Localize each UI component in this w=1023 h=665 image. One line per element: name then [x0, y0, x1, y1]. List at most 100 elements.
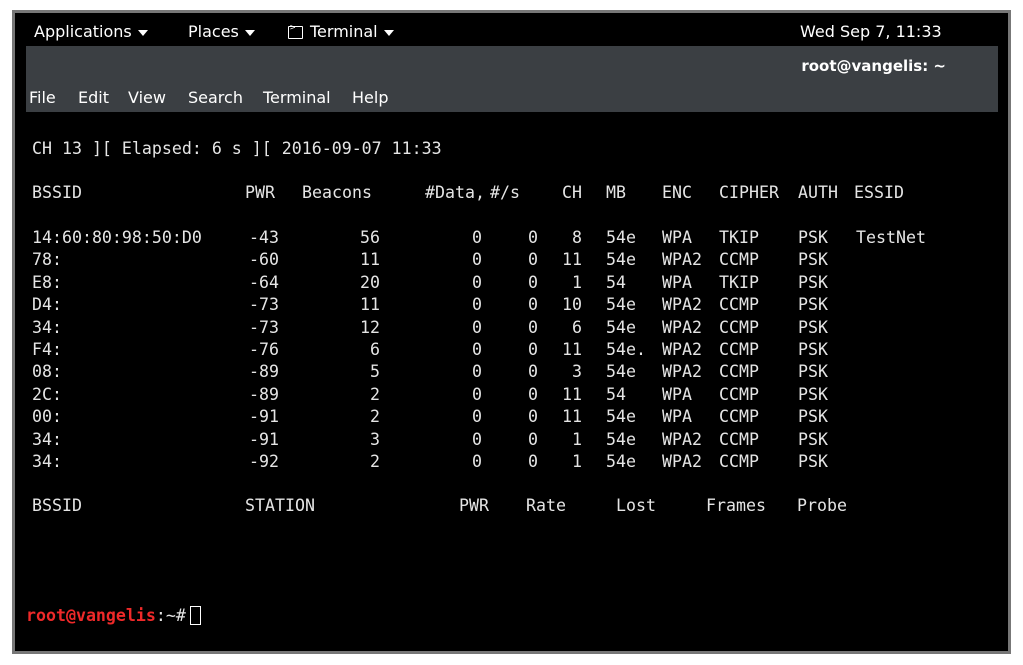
ap-cell-cipher: CCMP [719, 384, 759, 404]
ap-cell-data: 0 [472, 362, 482, 382]
places-label: Places [188, 22, 239, 41]
ap-cell-per-sec: 0 [528, 250, 538, 270]
ap-cell-pwr: -91 [249, 407, 279, 427]
terminal-output[interactable]: CH 13 ][ Elapsed: 6 s ][ 2016-09-07 11:3… [26, 112, 998, 637]
ap-cell-pwr: -60 [249, 250, 279, 270]
station-header-lost: Lost [616, 496, 656, 515]
ap-cell-bssid: D4: [32, 295, 62, 315]
ap-cell-per-sec: 0 [528, 272, 538, 292]
ap-cell-enc: WPA [662, 228, 692, 247]
ap-cell-data: 0 [472, 250, 482, 270]
shell-prompt[interactable]: root@vangelis:~# [26, 606, 201, 626]
ap-cell-per-sec: 0 [528, 340, 538, 359]
gnome-top-bar: Applications Places Terminal Wed Sep 7, … [26, 19, 998, 46]
menu-terminal[interactable]: Terminal [263, 88, 331, 107]
ap-cell-bssid: 00: [32, 407, 62, 427]
ap-header-beacons: Beacons [302, 183, 372, 202]
ap-cell-pwr: -91 [249, 429, 279, 449]
ap-cell-cipher: TKIP [719, 272, 759, 292]
menu-view[interactable]: View [128, 88, 166, 107]
ap-cell-bssid: 34: [32, 429, 62, 449]
ap-cell-beacons: 56 [360, 228, 380, 247]
ap-cell-auth: PSK [798, 362, 828, 382]
ap-cell-per-sec: 0 [528, 228, 538, 247]
ap-cell-auth: PSK [798, 272, 828, 292]
ap-cell-enc: WPA2 [662, 362, 702, 382]
chevron-down-icon [137, 29, 148, 36]
prompt-user-host: root@vangelis [26, 606, 156, 625]
station-header-probe: Probe [797, 496, 847, 515]
ap-cell-channel: 1 [572, 272, 582, 292]
ap-cell-channel: 11 [562, 250, 582, 270]
ap-cell-cipher: CCMP [719, 317, 759, 337]
ap-cell-pwr: -73 [249, 317, 279, 337]
ap-cell-auth: PSK [798, 295, 828, 315]
ap-cell-pwr: -73 [249, 295, 279, 315]
terminal-app-menu[interactable]: Terminal [288, 22, 394, 41]
ap-cell-beacons: 2 [370, 452, 380, 471]
ap-cell-per-sec: 0 [528, 362, 538, 382]
ap-cell-mb: 54e [606, 429, 636, 449]
places-menu[interactable]: Places [188, 22, 255, 41]
ap-cell-bssid: 34: [32, 452, 62, 471]
station-header-station: STATION [245, 496, 315, 515]
ap-cell-per-sec: 0 [528, 384, 538, 404]
ap-cell-data: 0 [472, 317, 482, 337]
ap-cell-data: 0 [472, 228, 482, 247]
ap-cell-beacons: 11 [360, 295, 380, 315]
ap-cell-pwr: -64 [249, 272, 279, 292]
ap-cell-bssid: F4: [32, 340, 62, 359]
ap-cell-channel: 11 [562, 340, 582, 359]
ap-cell-cipher: CCMP [719, 250, 759, 270]
terminal-menubar: File Edit View Search Terminal Help [26, 84, 998, 112]
menu-edit[interactable]: Edit [78, 88, 109, 107]
ap-cell-enc: WPA2 [662, 340, 702, 359]
ap-cell-pwr: -76 [249, 340, 279, 359]
ap-cell-pwr: -89 [249, 384, 279, 404]
ap-header-enc: ENC [662, 183, 692, 202]
ap-cell-per-sec: 0 [528, 407, 538, 427]
ap-cell-data: 0 [472, 429, 482, 449]
ap-cell-auth: PSK [798, 407, 828, 427]
ap-cell-auth: PSK [798, 317, 828, 337]
ap-cell-cipher: CCMP [719, 452, 759, 471]
menu-help[interactable]: Help [352, 88, 388, 107]
desktop-screen: Applications Places Terminal Wed Sep 7, … [26, 19, 998, 637]
ap-cell-per-sec: 0 [528, 429, 538, 449]
ap-cell-pwr: -89 [249, 362, 279, 382]
window-title: root@vangelis: ~ [801, 57, 946, 75]
ap-cell-beacons: 12 [360, 317, 380, 337]
ap-cell-per-sec: 0 [528, 452, 538, 471]
station-header-bssid: BSSID [32, 496, 82, 515]
ap-cell-mb: 54e [606, 250, 636, 270]
ap-cell-bssid: 2C: [32, 384, 62, 404]
ap-header-per-sec: #/s [490, 183, 520, 202]
ap-cell-mb: 54e [606, 317, 636, 337]
applications-menu[interactable]: Applications [34, 22, 148, 41]
ap-cell-enc: WPA [662, 384, 692, 404]
ap-header-bssid: BSSID [32, 183, 82, 202]
ap-cell-channel: 8 [572, 228, 582, 247]
ap-cell-cipher: CCMP [719, 295, 759, 315]
ap-cell-mb: 54e [606, 407, 636, 427]
menu-search[interactable]: Search [188, 88, 243, 107]
ap-cell-mb: 54e [606, 362, 636, 382]
ap-cell-auth: PSK [798, 250, 828, 270]
ap-cell-mb: 54 [606, 384, 626, 404]
ap-header-channel: CH [562, 183, 582, 202]
clock[interactable]: Wed Sep 7, 11:33 [800, 22, 942, 41]
ap-cell-enc: WPA [662, 272, 692, 292]
ap-cell-data: 0 [472, 295, 482, 315]
menu-file[interactable]: File [29, 88, 56, 107]
ap-cell-cipher: CCMP [719, 340, 759, 359]
ap-cell-per-sec: 0 [528, 317, 538, 337]
ap-cell-beacons: 11 [360, 250, 380, 270]
ap-cell-cipher: CCMP [719, 429, 759, 449]
ap-cell-beacons: 5 [370, 362, 380, 382]
ap-cell-auth: PSK [798, 340, 828, 359]
window-titlebar[interactable]: root@vangelis: ~ [26, 46, 998, 84]
ap-cell-channel: 10 [562, 295, 582, 315]
ap-cell-enc: WPA2 [662, 250, 702, 270]
ap-cell-enc: WPA2 [662, 429, 702, 449]
ap-cell-auth: PSK [798, 228, 828, 247]
